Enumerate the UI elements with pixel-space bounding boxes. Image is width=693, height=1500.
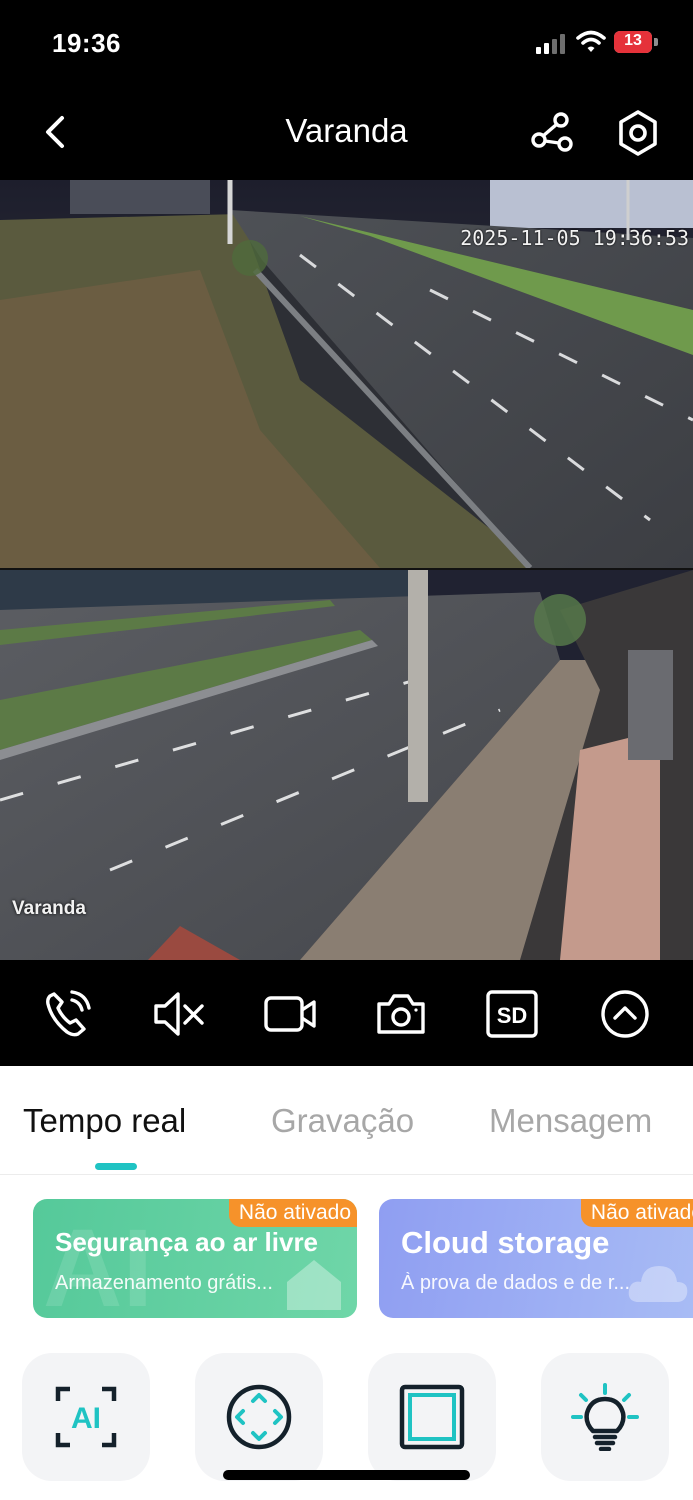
ai-scan-icon: AI [55, 1386, 117, 1448]
light-bulb-icon [571, 1383, 639, 1451]
video-timestamp: 2025-11-05 19:36:53 [460, 226, 689, 250]
house-icon [287, 1260, 341, 1310]
ptz-control-button[interactable] [195, 1353, 323, 1481]
page-title: Varanda [285, 112, 408, 149]
sd-icon[interactable]: SD [484, 986, 540, 1042]
wifi-icon [576, 30, 606, 52]
home-indicator [223, 1470, 470, 1480]
banner-title: Cloud storage [401, 1225, 610, 1260]
video-controls-bar: SD [0, 960, 693, 1066]
camera-icon[interactable] [373, 986, 429, 1042]
status-time: 19:36 [52, 28, 121, 58]
ptz-direction-icon [226, 1384, 292, 1450]
camera-name-overlay: Varanda [12, 898, 86, 919]
settings-hexagon-icon[interactable] [614, 108, 662, 158]
cloud-storage-banner[interactable]: Não ativado Cloud storage À prova de dad… [379, 1199, 693, 1318]
speaker-muted-icon[interactable] [150, 986, 206, 1042]
banner-title: Segurança ao ar livre [55, 1227, 319, 1257]
tab-mensagem[interactable]: Mensagem [489, 1102, 652, 1140]
frame-icon [399, 1384, 465, 1450]
sd-label: SD [497, 1003, 528, 1028]
ai-label: AI [71, 1402, 101, 1435]
phone-call-icon[interactable] [40, 986, 96, 1042]
not-activated-badge: Não ativado [580, 1199, 693, 1227]
active-tab-indicator [95, 1163, 137, 1170]
app-header: Varanda [0, 90, 693, 180]
video-camera-icon[interactable] [262, 986, 318, 1042]
tab-bar: Tempo real Gravação Mensagem [0, 1066, 693, 1175]
ai-detection-button[interactable]: AI [22, 1353, 150, 1481]
battery-level: 13 [624, 32, 642, 49]
outdoor-security-banner[interactable]: AI Não ativado Segurança ao ar livre Arm… [33, 1199, 357, 1318]
camera-view-sidewalk [0, 570, 693, 960]
banner-subtitle: Armazenamento grátis... [55, 1272, 273, 1294]
banner-subtitle: À prova de dados e de r... [401, 1272, 631, 1294]
status-bar: 19:36 13 [0, 0, 693, 90]
battery-icon: 13 [614, 31, 660, 55]
cloud-upload-icon [628, 1266, 688, 1302]
frame-mode-button[interactable] [368, 1353, 496, 1481]
not-activated-badge: Não ativado [228, 1199, 357, 1227]
light-control-button[interactable] [541, 1353, 669, 1481]
share-icon[interactable] [528, 110, 576, 158]
tab-gravacao[interactable]: Gravação [271, 1102, 414, 1140]
cellular-signal-icon [536, 34, 565, 54]
tab-tempo-real[interactable]: Tempo real [23, 1102, 186, 1140]
live-video-feed[interactable]: 2025-11-05 19:36:53 Varanda [0, 180, 693, 960]
chevron-up-circle-icon[interactable] [597, 986, 653, 1042]
